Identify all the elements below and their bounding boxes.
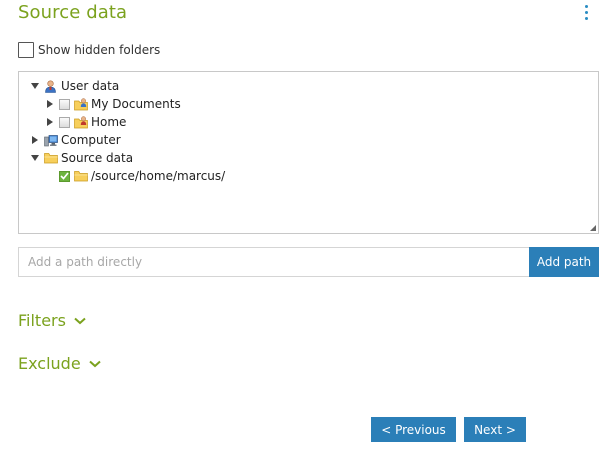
collapsed-triangle-icon[interactable] <box>30 135 40 145</box>
tree-node-user-data[interactable]: User data <box>30 78 119 94</box>
tree-node-label[interactable]: /source/home/marcus/ <box>91 169 225 183</box>
collapsed-triangle-icon[interactable] <box>45 117 55 127</box>
exclude-section-toggle[interactable]: Exclude <box>18 354 101 373</box>
show-hidden-folders-checkbox[interactable] <box>18 42 34 58</box>
chevron-down-icon <box>89 360 101 368</box>
user-icon <box>44 79 58 93</box>
add-path-button[interactable]: Add path <box>529 247 599 277</box>
folder-icon <box>74 170 88 183</box>
tree-node-label[interactable]: User data <box>61 79 119 93</box>
computer-icon <box>44 134 58 147</box>
path-input[interactable] <box>18 247 529 277</box>
tree-node-label[interactable]: Home <box>91 115 126 129</box>
tree-node-source-data[interactable]: Source data <box>30 150 133 166</box>
tree-node-my-documents[interactable]: My Documents <box>45 96 181 112</box>
tree-node-source-path[interactable]: /source/home/marcus/ <box>59 168 225 184</box>
chevron-down-icon <box>74 317 86 325</box>
expanded-triangle-icon[interactable] <box>30 81 40 91</box>
show-hidden-folders-option[interactable]: Show hidden folders <box>18 41 160 59</box>
filters-label: Filters <box>18 311 66 330</box>
tree-node-checkbox[interactable] <box>59 116 70 128</box>
kebab-menu-icon[interactable] <box>583 5 591 23</box>
show-hidden-folders-label: Show hidden folders <box>38 43 161 57</box>
tree-node-label[interactable]: Computer <box>61 133 121 147</box>
filters-section-toggle[interactable]: Filters <box>18 311 86 330</box>
tree-node-label[interactable]: Source data <box>61 151 133 165</box>
folder-icon <box>44 152 58 165</box>
folder-user-icon <box>74 97 88 111</box>
tree-node-checkbox[interactable] <box>59 98 70 110</box>
tree-node-label[interactable]: My Documents <box>91 97 181 111</box>
resize-grip-icon[interactable] <box>590 225 596 231</box>
next-button[interactable]: Next > <box>464 417 526 442</box>
checked-checkbox-icon[interactable] <box>59 170 70 182</box>
previous-button[interactable]: < Previous <box>371 417 456 442</box>
folder-user-icon <box>74 115 88 129</box>
tree-node-home[interactable]: Home <box>45 114 126 130</box>
tree-node-computer[interactable]: Computer <box>30 132 121 148</box>
exclude-label: Exclude <box>18 354 81 373</box>
folder-tree[interactable]: User data My Documents Home Computer Sou… <box>18 71 599 234</box>
page-title: Source data <box>18 2 128 23</box>
expanded-triangle-icon[interactable] <box>30 153 40 163</box>
collapsed-triangle-icon[interactable] <box>45 99 55 109</box>
